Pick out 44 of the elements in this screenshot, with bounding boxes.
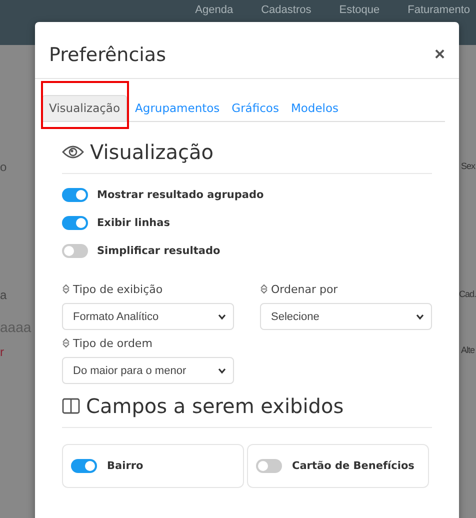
field-option-label: Bairro — [107, 460, 144, 472]
sort-icon — [62, 284, 70, 294]
select-dropdown[interactable]: Selecione — [260, 303, 432, 330]
field-label: Sex — [461, 161, 476, 171]
toggle-label: Simplificar resultado — [97, 245, 220, 257]
field-label: o — [0, 160, 7, 174]
toggle-label: Mostrar resultado agrupado — [97, 189, 264, 201]
toggle-switch[interactable] — [62, 244, 88, 258]
tab[interactable]: Agrupamentos — [131, 97, 224, 121]
toggle-switch[interactable] — [256, 459, 282, 473]
close-button[interactable]: × — [434, 44, 445, 65]
eye-icon — [62, 145, 84, 159]
select-dropdown[interactable]: Formato Analítico — [62, 303, 234, 330]
toggle-switch[interactable] — [62, 216, 88, 230]
select-label: Tipo de exibição — [73, 282, 163, 296]
select-label: Ordenar por — [271, 282, 338, 296]
field-label: r — [0, 345, 4, 359]
columns-icon — [62, 398, 80, 414]
nav-link[interactable]: Faturamento — [408, 4, 470, 18]
field-option-card[interactable]: Cartão de Benefícios — [247, 444, 429, 488]
sort-icon — [62, 338, 70, 348]
tab[interactable]: Modelos — [286, 97, 343, 121]
toggle-switch[interactable] — [62, 188, 88, 202]
dialog-title: Preferências — [49, 44, 166, 66]
chevron-icon — [218, 368, 226, 374]
nav-link[interactable]: Agenda — [195, 4, 234, 18]
field-label: Alte — [461, 345, 475, 355]
toggle-label: Exibir linhas — [97, 217, 170, 229]
field-option-card[interactable]: Bairro — [62, 444, 244, 488]
section-heading: Campos a serem exibidos — [86, 394, 344, 418]
field-option-label: Cartão de Benefícios — [292, 460, 414, 472]
section-heading: Visualização — [90, 140, 214, 164]
field-label: a — [0, 288, 7, 302]
field-label: Cad. — [459, 289, 476, 299]
tab[interactable]: Visualização — [42, 95, 128, 121]
toggle-switch[interactable] — [71, 459, 97, 473]
tab[interactable]: Gráficos — [228, 97, 283, 121]
nav-link[interactable]: Cadastros — [261, 4, 312, 18]
select-label: Tipo de ordem — [73, 336, 152, 350]
chevron-icon — [218, 314, 226, 320]
chevron-icon — [416, 314, 424, 320]
nav-link[interactable]: Estoque — [339, 4, 380, 18]
sort-icon — [260, 284, 268, 294]
select-dropdown[interactable]: Do maior para o menor — [62, 357, 234, 384]
